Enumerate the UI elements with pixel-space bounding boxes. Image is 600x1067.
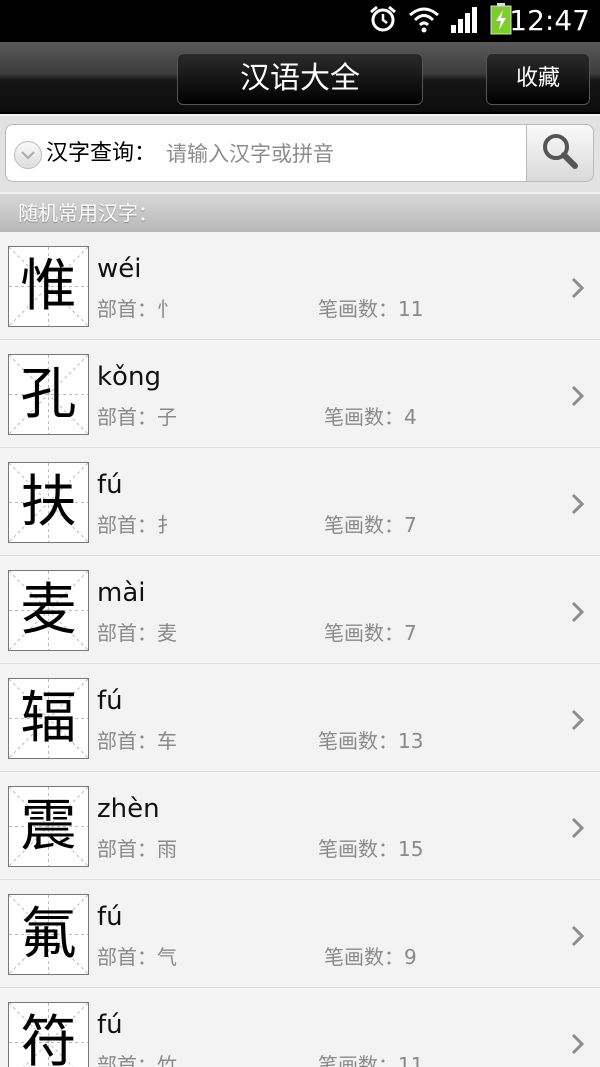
radical: 部首：麦 bbox=[97, 621, 177, 645]
stroke-count: 笔画数：11 bbox=[318, 297, 424, 321]
pinyin: kǒng bbox=[97, 362, 161, 392]
character: 震 bbox=[20, 794, 77, 859]
list-item[interactable]: 扶 fú 部首：扌 笔画数：7 bbox=[0, 448, 600, 556]
pinyin: fú bbox=[97, 1010, 123, 1040]
character: 扶 bbox=[20, 470, 77, 535]
radical: 部首：扌 bbox=[97, 513, 177, 537]
character: 氟 bbox=[20, 902, 77, 967]
radical: 部首：雨 bbox=[97, 837, 177, 861]
chevron-right-icon bbox=[570, 600, 586, 628]
character: 辐 bbox=[20, 686, 77, 751]
list-item[interactable]: 氟 fú 部首：气 笔画数：9 bbox=[0, 880, 600, 988]
page-title: 汉语大全 bbox=[177, 53, 423, 105]
search-label: 汉字查询： bbox=[46, 141, 157, 166]
character: 麦 bbox=[20, 578, 77, 643]
signal-icon bbox=[450, 5, 480, 37]
character-grid: 孔 bbox=[8, 354, 89, 435]
stroke-count: 笔画数：7 bbox=[324, 513, 417, 537]
chevron-right-icon bbox=[570, 1032, 586, 1060]
stroke-count: 笔画数：4 bbox=[324, 405, 417, 429]
search-input[interactable] bbox=[166, 133, 516, 175]
character-grid: 惟 bbox=[8, 246, 89, 327]
radical: 部首：忄 bbox=[97, 297, 177, 321]
chevron-right-icon bbox=[570, 708, 586, 736]
stroke-count: 笔画数：13 bbox=[318, 729, 424, 753]
pinyin: wéi bbox=[97, 254, 142, 284]
list-item[interactable]: 麦 mài 部首：麦 笔画数：7 bbox=[0, 556, 600, 664]
character-grid: 震 bbox=[8, 786, 89, 867]
list-item[interactable]: 震 zhèn 部首：雨 笔画数：15 bbox=[0, 772, 600, 880]
character: 孔 bbox=[20, 362, 77, 427]
character: 惟 bbox=[20, 254, 77, 319]
character-grid: 扶 bbox=[8, 462, 89, 543]
radical: 部首：子 bbox=[97, 405, 177, 429]
character-list: 惟 wéi 部首：忄 笔画数：11 孔 kǒng 部首：子 笔画数：4 扶 fú… bbox=[0, 232, 600, 1067]
wifi-icon bbox=[408, 4, 440, 38]
stroke-count: 笔画数：7 bbox=[324, 621, 417, 645]
title-bar: 汉语大全 收藏 bbox=[0, 42, 600, 114]
stroke-count: 笔画数：9 bbox=[324, 945, 417, 969]
pinyin: fú bbox=[97, 686, 123, 716]
list-item[interactable]: 辐 fú 部首：车 笔画数：13 bbox=[0, 664, 600, 772]
radical: 部首：竹 bbox=[97, 1053, 177, 1067]
status-icons bbox=[368, 3, 512, 38]
alarm-icon bbox=[368, 4, 398, 38]
character-grid: 符 bbox=[8, 1002, 89, 1067]
chevron-right-icon bbox=[570, 816, 586, 844]
chevron-down-icon[interactable] bbox=[14, 141, 42, 169]
character-grid: 麦 bbox=[8, 570, 89, 651]
character-grid: 氟 bbox=[8, 894, 89, 975]
status-time: 12:47 bbox=[509, 4, 590, 37]
stroke-count: 笔画数：15 bbox=[318, 837, 424, 861]
radical: 部首：气 bbox=[97, 945, 177, 969]
list-item[interactable]: 惟 wéi 部首：忄 笔画数：11 bbox=[0, 232, 600, 340]
search-bar: 汉字查询： bbox=[0, 116, 600, 192]
chevron-right-icon bbox=[570, 924, 586, 952]
pinyin: fú bbox=[97, 470, 123, 500]
section-header: 随机常用汉字： bbox=[0, 194, 600, 232]
list-item[interactable]: 孔 kǒng 部首：子 笔画数：4 bbox=[0, 340, 600, 448]
search-box: 汉字查询： bbox=[5, 124, 526, 182]
chevron-right-icon bbox=[570, 276, 586, 304]
pinyin: fú bbox=[97, 902, 123, 932]
character: 符 bbox=[20, 1010, 77, 1067]
stroke-count: 笔画数：11 bbox=[318, 1053, 424, 1067]
list-item[interactable]: 符 fú 部首：竹 笔画数：11 bbox=[0, 988, 600, 1067]
favorites-button[interactable]: 收藏 bbox=[486, 53, 590, 105]
search-icon bbox=[540, 131, 580, 175]
search-button[interactable] bbox=[526, 124, 594, 182]
character-grid: 辐 bbox=[8, 678, 89, 759]
chevron-right-icon bbox=[570, 492, 586, 520]
radical: 部首：车 bbox=[97, 729, 177, 753]
pinyin: mài bbox=[97, 578, 146, 608]
status-bar: 12:47 bbox=[0, 0, 600, 42]
pinyin: zhèn bbox=[97, 794, 160, 824]
chevron-right-icon bbox=[570, 384, 586, 412]
